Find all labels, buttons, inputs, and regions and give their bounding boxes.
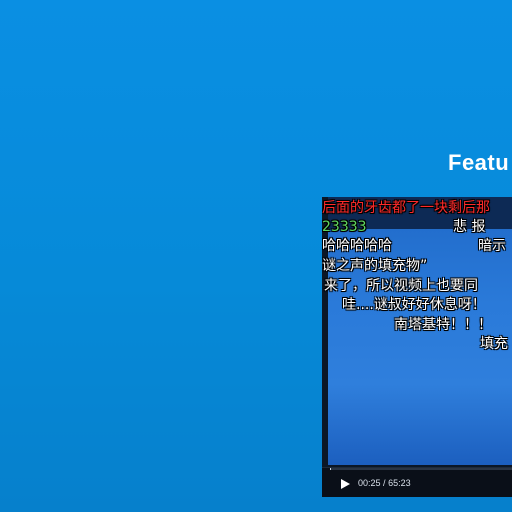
player-controls: 00:25 / 65:23 — [322, 467, 512, 497]
danmaku-comment: 哇....谜叔好好休息呀！ — [342, 297, 486, 313]
play-icon — [341, 479, 350, 489]
danmaku-comment: 23333 — [322, 219, 367, 235]
danmaku-comment: 谜之声的填充物” — [322, 258, 428, 274]
video-player[interactable]: 后面的牙齿都了一块剩后那 23333 悲 报 哈哈哈哈哈 暗示 谜之声的填充物”… — [322, 197, 512, 497]
danmaku-comment: 后面的牙齿都了一块剩后那 — [322, 200, 490, 216]
time-display: 00:25 / 65:23 — [358, 476, 411, 490]
time-separator: / — [383, 478, 386, 488]
play-button[interactable] — [338, 476, 352, 490]
danmaku-comment: 哈哈哈哈哈 — [322, 238, 392, 254]
danmaku-comment: 暗示 — [478, 238, 506, 254]
danmaku-comment: 填充 — [480, 336, 508, 352]
danmaku-comment: 来了，所以视频上也要同 — [324, 278, 478, 294]
progress-fill — [330, 468, 332, 470]
progress-bar[interactable] — [330, 468, 512, 470]
danmaku-comment: 南塔基特！！！ — [394, 317, 492, 333]
danmaku-comment: 悲 报 — [453, 219, 486, 235]
current-time: 00:25 — [358, 478, 381, 488]
duration: 65:23 — [388, 478, 411, 488]
section-heading: Featu — [448, 150, 510, 175]
